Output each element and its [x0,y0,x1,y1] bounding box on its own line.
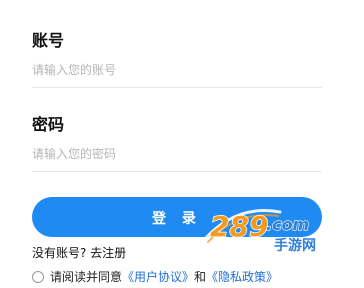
agreement-prefix: 请阅读并同意 [50,270,123,284]
account-input[interactable] [32,60,322,80]
watermark-domain-text: .com [266,215,309,234]
login-form-page: 账号 密码 登 录 没有账号? 去注册 请阅读并同意 《用户协议》 和 《隐私政… [0,0,364,288]
password-input[interactable] [32,144,322,164]
agreement-row: 请阅读并同意 《用户协议》 和 《隐私政策》 [32,268,278,286]
password-divider [32,171,322,172]
watermark-sub-text: 手游网 [274,237,316,254]
agreement-radio[interactable] [32,271,44,283]
agreement-and: 和 [194,270,207,284]
user-agreement-link[interactable]: 《用户协议》 [122,269,194,285]
register-link[interactable]: 没有账号? 去注册 [32,245,126,261]
site-watermark-logo: 289 .com 手游网 [202,209,317,254]
privacy-policy-link[interactable]: 《隐私政策》 [206,269,278,285]
watermark-number-text: 289 [210,210,268,243]
password-label: 密码 [32,115,65,134]
account-label: 账号 [32,31,65,50]
account-divider [32,87,322,88]
